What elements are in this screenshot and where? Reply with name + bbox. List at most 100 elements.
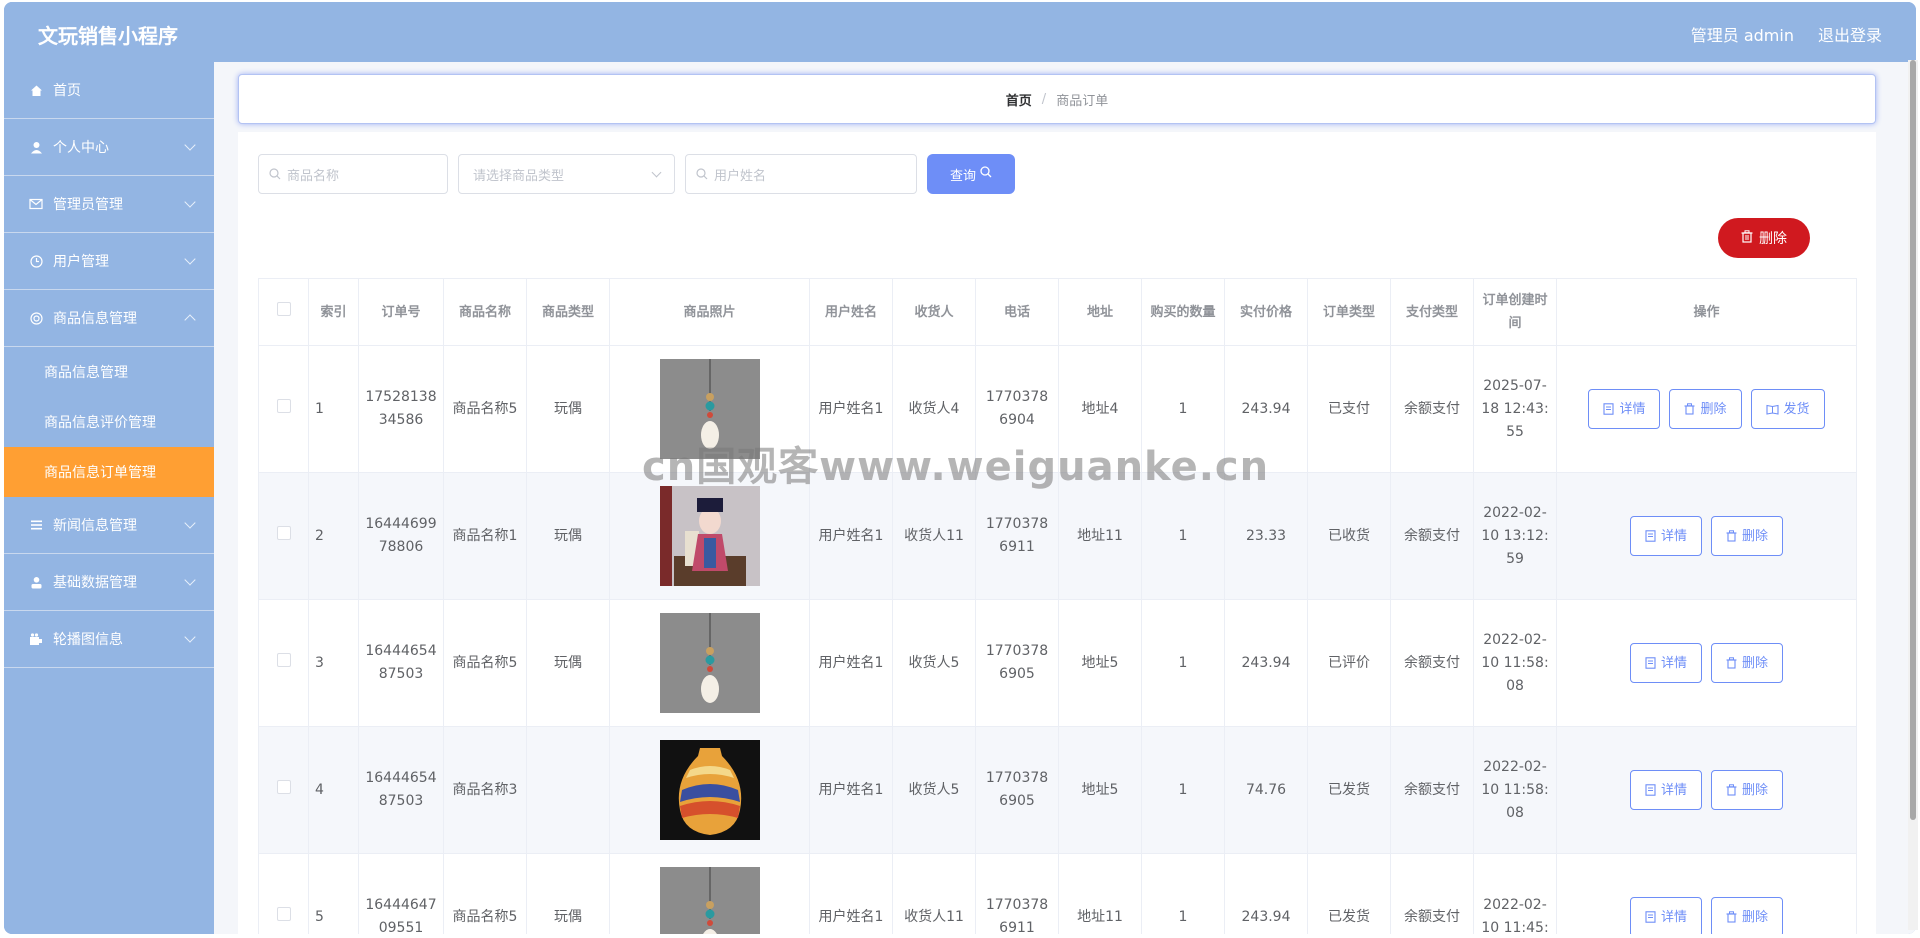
scrollbar-thumb[interactable] <box>1910 60 1916 820</box>
delete-button[interactable]: 删除 <box>1711 643 1784 683</box>
column-header: 订单创建时间 <box>1473 278 1557 346</box>
column-header: 支付类型 <box>1390 278 1474 346</box>
cell-receiver: 收货人5 <box>892 599 976 727</box>
sidebar-item-label: 个人中心 <box>53 140 109 156</box>
row-select-cell <box>258 599 309 727</box>
cell-type <box>526 726 610 854</box>
row-actions: 详情 删除 <box>1563 643 1850 683</box>
chevron-down-icon <box>184 517 196 529</box>
document-icon <box>1603 403 1615 415</box>
row-checkbox[interactable] <box>276 779 291 794</box>
sidebar-item-label: 新闻信息管理 <box>53 518 137 534</box>
cell-idx: 3 <box>308 599 359 727</box>
chevron-down-icon <box>184 139 196 151</box>
trash-icon <box>1726 784 1737 796</box>
sidebar-item-2[interactable]: 管理员管理 <box>4 176 214 233</box>
table-row[interactable]: 5 1644464709551 商品名称5 玩偶 用户姓名1 收货人11 177037869… <box>258 853 1857 934</box>
select-all-checkbox[interactable] <box>276 301 291 316</box>
row-select-cell <box>258 472 309 600</box>
breadcrumb-home[interactable]: 首页 <box>1006 90 1032 109</box>
chevron-down-icon <box>184 253 196 265</box>
product-photo <box>659 740 760 840</box>
cell-name: 商品名称5 <box>443 345 527 473</box>
sidebar-subitem-0[interactable]: 商品信息管理 <box>4 347 214 397</box>
home-icon <box>28 82 44 98</box>
sidebar-item-label: 用户管理 <box>53 254 109 270</box>
column-header: 商品名称 <box>443 278 527 346</box>
chevron-down-icon <box>184 631 196 643</box>
cell-qty: 1 <box>1141 599 1225 727</box>
detail-button[interactable]: 详情 <box>1588 389 1661 429</box>
delete-button[interactable]: 删除 <box>1669 389 1742 429</box>
cell-order_no: 1644465487503 <box>358 599 444 727</box>
chevron-down-icon <box>184 196 196 208</box>
action-label: 删除 <box>1742 909 1769 925</box>
column-header: 地址 <box>1058 278 1142 346</box>
breadcrumb-separator: / <box>1041 91 1047 107</box>
sidebar-item-7[interactable]: 轮播图信息 <box>4 611 214 668</box>
cell-pay_type: 余额支付 <box>1390 853 1474 934</box>
row-checkbox[interactable] <box>276 906 291 921</box>
action-label: 删除 <box>1742 655 1769 671</box>
main-area: 首页 / 商品订单 商品名称 请选择商品类型 用户姓名 查询 删除 索引 订单号… <box>214 62 1916 934</box>
column-header: 实付价格 <box>1224 278 1308 346</box>
batch-delete-button[interactable]: 删除 <box>1718 218 1810 258</box>
detail-button[interactable]: 详情 <box>1629 897 1702 934</box>
cell-idx: 1 <box>308 345 359 473</box>
search-icon <box>269 168 281 180</box>
cell-type: 玩偶 <box>526 345 610 473</box>
user-name-input[interactable]: 用户姓名 <box>685 154 917 194</box>
sidebar-subitem-1[interactable]: 商品信息评价管理 <box>4 397 214 447</box>
sidebar-item-4[interactable]: 商品信息管理 <box>4 290 214 347</box>
person-icon <box>28 574 44 590</box>
sidebar-item-5[interactable]: 新闻信息管理 <box>4 497 214 554</box>
cell-created: 2022-02-10 11:58:08 <box>1473 599 1557 727</box>
admin-label[interactable]: 管理员 admin <box>1691 22 1794 46</box>
column-header: 商品类型 <box>526 278 610 346</box>
ship-button[interactable]: 发货 <box>1750 389 1825 429</box>
action-label: 删除 <box>1700 401 1727 417</box>
cell-address: 地址11 <box>1058 853 1142 934</box>
sidebar-subitem-2[interactable]: 商品信息订单管理 <box>4 447 214 497</box>
row-actions: 详情 删除 <box>1563 516 1850 556</box>
row-checkbox[interactable] <box>276 525 291 540</box>
cell-phone: 17703786905 <box>975 726 1059 854</box>
cell-order_no: 1644465487503 <box>358 726 444 854</box>
detail-button[interactable]: 详情 <box>1629 516 1702 556</box>
cell-name: 商品名称5 <box>443 853 527 934</box>
sidebar-item-3[interactable]: 用户管理 <box>4 233 214 290</box>
detail-button[interactable]: 详情 <box>1629 643 1702 683</box>
row-checkbox[interactable] <box>276 652 291 667</box>
page-scrollbar[interactable] <box>1908 60 1918 930</box>
product-name-input[interactable]: 商品名称 <box>258 154 448 194</box>
actions-cell: 详情 删除 <box>1556 726 1857 854</box>
delete-button[interactable]: 删除 <box>1711 897 1784 934</box>
table-row[interactable]: 4 1644465487503 商品名称3 用户姓名1 收货人5 17703786905 地… <box>258 726 1857 854</box>
sidebar-item-0[interactable]: 首页 <box>4 62 214 119</box>
cell-order_no: 1752813834586 <box>358 345 444 473</box>
sidebar-item-6[interactable]: 基础数据管理 <box>4 554 214 611</box>
detail-button[interactable]: 详情 <box>1629 770 1702 810</box>
cell-name: 商品名称3 <box>443 726 527 854</box>
column-header: 商品照片 <box>609 278 810 346</box>
cell-pay_type: 余额支付 <box>1390 472 1474 600</box>
cell-idx: 5 <box>308 853 359 934</box>
delete-button[interactable]: 删除 <box>1711 516 1784 556</box>
product-type-select[interactable]: 请选择商品类型 <box>458 154 675 194</box>
document-icon <box>1645 911 1656 923</box>
cell-user: 用户姓名1 <box>809 853 893 934</box>
cell-idx: 4 <box>308 726 359 854</box>
row-actions: 详情 删除 <box>1563 897 1850 934</box>
delete-button[interactable]: 删除 <box>1711 770 1784 810</box>
logout-button[interactable]: 退出登录 <box>1818 22 1882 46</box>
sidebar-item-1[interactable]: 个人中心 <box>4 119 214 176</box>
user-name-placeholder: 用户姓名 <box>714 168 767 184</box>
cell-created: 2022-02-10 11:58:08 <box>1473 726 1557 854</box>
table-row[interactable]: 3 1644465487503 商品名称5 玩偶 用户姓名1 收货人5 1770378690… <box>258 599 1857 727</box>
query-button[interactable]: 查询 <box>927 154 1015 194</box>
column-header: 订单类型 <box>1307 278 1391 346</box>
row-checkbox[interactable] <box>276 398 291 413</box>
chevron-down-icon <box>184 574 196 586</box>
column-header: 用户姓名 <box>809 278 893 346</box>
breadcrumb-current: 商品订单 <box>1056 93 1109 109</box>
